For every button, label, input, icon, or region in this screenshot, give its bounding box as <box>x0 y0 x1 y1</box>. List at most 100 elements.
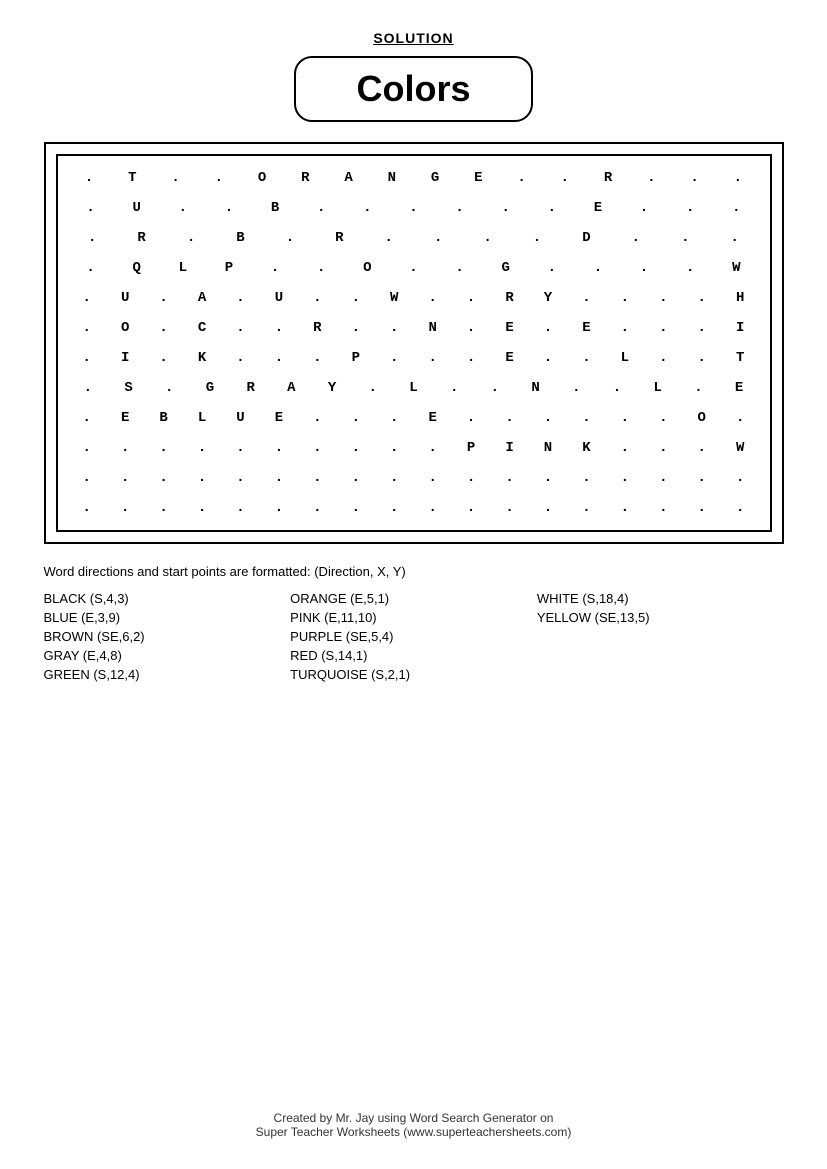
grid-cell: . <box>646 284 680 312</box>
grid-cell: . <box>678 164 712 192</box>
grid-cell: H <box>723 284 757 312</box>
grid-cell: . <box>437 374 471 402</box>
grid-cell: E <box>493 344 527 372</box>
word-item: YELLOW (SE,13,5) <box>537 610 784 625</box>
grid-cell: P <box>339 344 373 372</box>
grid-cell: B <box>147 404 181 432</box>
grid-cell: . <box>273 224 307 252</box>
grid-cell: . <box>493 464 527 492</box>
grid-cell: B <box>223 224 257 252</box>
grid-cell: . <box>493 404 527 432</box>
grid-cell: . <box>685 494 719 522</box>
grid-cell: . <box>396 194 430 222</box>
grid-cell: . <box>559 374 593 402</box>
grid-cell: . <box>258 254 292 282</box>
grid-cell: . <box>627 254 661 282</box>
grid-row: .U.A.U..W..RY....H <box>68 284 760 312</box>
footer-line2: Super Teacher Worksheets (www.superteach… <box>256 1125 572 1139</box>
grid-cell: O <box>350 254 384 282</box>
grid-cell: . <box>70 314 104 342</box>
grid-cell: . <box>627 194 661 222</box>
grid-cell: . <box>721 164 755 192</box>
grid-cell: . <box>70 494 104 522</box>
grid-cell: . <box>493 494 527 522</box>
grid-cell: . <box>569 464 603 492</box>
grid-cell: . <box>673 194 707 222</box>
grid-cell: . <box>262 464 296 492</box>
grid-cell: . <box>147 464 181 492</box>
grid-cell: . <box>673 254 707 282</box>
grid-cell: O <box>245 164 279 192</box>
grid-cell: N <box>531 434 565 462</box>
grid-cell: . <box>72 164 106 192</box>
grid-cell: W <box>723 434 757 462</box>
grid-cell: . <box>74 194 108 222</box>
grid-cell: . <box>454 464 488 492</box>
grid-cell: S <box>112 374 146 402</box>
grid-cell: . <box>531 314 565 342</box>
grid-cell: G <box>193 374 227 402</box>
grid-cell: A <box>332 164 366 192</box>
grid-cell: . <box>416 284 450 312</box>
grid-cell: . <box>718 224 752 252</box>
grid-cell: E <box>722 374 756 402</box>
grid-cell: . <box>443 194 477 222</box>
grid-cell: L <box>185 404 219 432</box>
grid-cell: . <box>608 314 642 342</box>
grid-cell: . <box>569 344 603 372</box>
grid-cell: Y <box>531 284 565 312</box>
grid-cell: I <box>723 314 757 342</box>
grid-cell: G <box>489 254 523 282</box>
grid-cell: U <box>120 194 154 222</box>
grid-cell: . <box>304 254 338 282</box>
grid-cell: R <box>322 224 356 252</box>
grid-cell: . <box>685 344 719 372</box>
grid-cell: . <box>262 494 296 522</box>
grid-cell: K <box>185 344 219 372</box>
grid-cell: . <box>454 404 488 432</box>
grid-cell: . <box>74 254 108 282</box>
grid-cell: L <box>641 374 675 402</box>
grid-cell: . <box>569 404 603 432</box>
grid-cell: . <box>646 434 680 462</box>
grid-cell: . <box>505 164 539 192</box>
grid-cell: E <box>461 164 495 192</box>
grid-cell: U <box>108 284 142 312</box>
grid-cell: . <box>202 164 236 192</box>
grid-cell: . <box>70 284 104 312</box>
grid-cell: . <box>339 404 373 432</box>
grid-cell: . <box>185 464 219 492</box>
grid-cell: R <box>234 374 268 402</box>
directions-text: Word directions and start points are for… <box>44 564 784 579</box>
grid-cell: . <box>147 494 181 522</box>
grid-cell: . <box>569 494 603 522</box>
grid-cell: . <box>569 284 603 312</box>
grid-row: .QLP..O..G....W <box>68 254 760 282</box>
grid-cell: . <box>608 434 642 462</box>
grid-cell: B <box>258 194 292 222</box>
grid-cell: . <box>71 374 105 402</box>
grid-cell: . <box>262 434 296 462</box>
word-item: ORANGE (E,5,1) <box>290 591 537 606</box>
footer: Created by Mr. Jay using Word Search Gen… <box>256 1071 572 1139</box>
word-column: WHITE (S,18,4)YELLOW (SE,13,5) <box>537 591 784 682</box>
word-item: PINK (E,11,10) <box>290 610 537 625</box>
grid-cell: . <box>685 434 719 462</box>
grid-cell: . <box>548 164 582 192</box>
grid-cell: . <box>723 404 757 432</box>
grid-cell: A <box>274 374 308 402</box>
grid-cell: . <box>377 344 411 372</box>
grid-cell: . <box>166 194 200 222</box>
grid-cell: A <box>185 284 219 312</box>
grid-cell: R <box>300 314 334 342</box>
grid-cell: . <box>108 494 142 522</box>
grid-cell: . <box>668 224 702 252</box>
grid-cell: . <box>454 344 488 372</box>
grid-cell: E <box>581 194 615 222</box>
grid-cell: L <box>166 254 200 282</box>
grid-cell: O <box>685 404 719 432</box>
grid-cell: . <box>454 494 488 522</box>
grid-cell: U <box>262 284 296 312</box>
grid-cell: . <box>108 464 142 492</box>
grid-cell: E <box>108 404 142 432</box>
